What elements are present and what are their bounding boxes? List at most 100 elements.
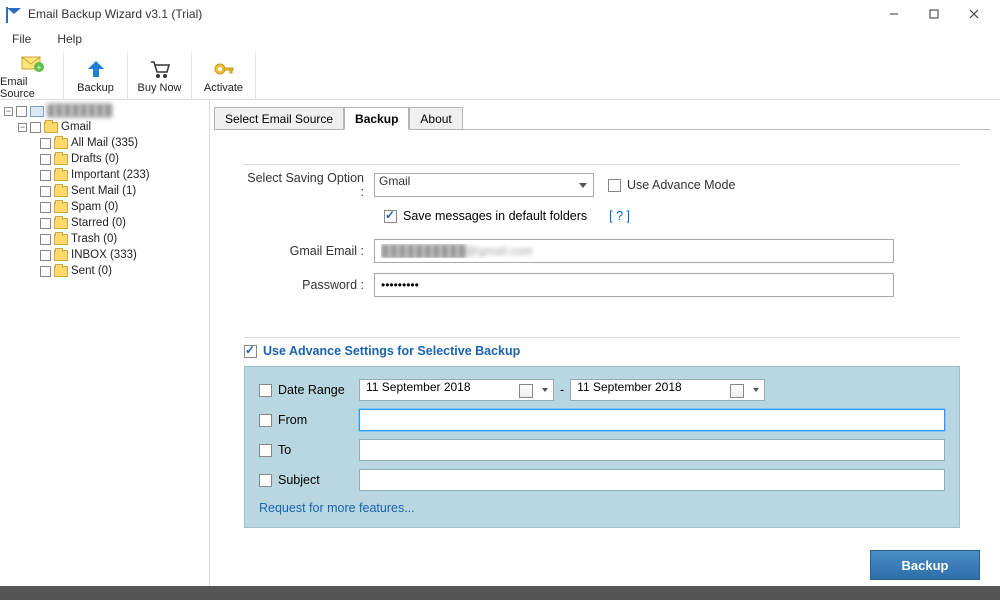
advance-settings-checkbox[interactable] [244, 345, 257, 358]
advance-mode-label: Use Advance Mode [627, 178, 735, 192]
request-features-link[interactable]: Request for more features... [259, 501, 415, 515]
to-checkbox[interactable] [259, 444, 272, 457]
tool-backup-label: Backup [77, 82, 114, 94]
toolbar: + Email Source Backup Buy Now Activate [0, 50, 1000, 100]
folder-icon [44, 122, 58, 133]
key-icon [212, 58, 236, 80]
folder-icon [54, 202, 68, 213]
subject-label: Subject [278, 473, 320, 487]
tree-checkbox[interactable] [40, 266, 51, 277]
folder-icon [54, 218, 68, 229]
close-button[interactable] [954, 2, 994, 26]
tree-folder[interactable]: All Mail (335) [0, 135, 209, 151]
subject-input[interactable] [359, 469, 945, 491]
saving-option-select[interactable]: Gmail [374, 173, 594, 197]
date-range-checkbox[interactable] [259, 384, 272, 397]
email-source-icon: + [20, 52, 44, 74]
tree-checkbox[interactable] [40, 154, 51, 165]
subject-checkbox[interactable] [259, 474, 272, 487]
tree-folder[interactable]: INBOX (333) [0, 247, 209, 263]
tool-buy-now-label: Buy Now [137, 82, 181, 94]
expander-icon[interactable]: − [18, 123, 27, 132]
save-default-label: Save messages in default folders [403, 209, 587, 223]
tool-buy-now[interactable]: Buy Now [128, 52, 192, 100]
advance-mode-checkbox[interactable] [608, 179, 621, 192]
tool-email-source-label: Email Source [0, 76, 63, 100]
from-input[interactable] [359, 409, 945, 431]
from-label: From [278, 413, 307, 427]
tree-folder-label: All Mail (335) [71, 137, 138, 149]
tab-bar: Select Email Source Backup About [214, 106, 990, 130]
tool-activate[interactable]: Activate [192, 52, 256, 100]
tree-folder-label: Trash (0) [71, 233, 117, 245]
folder-icon [54, 234, 68, 245]
folder-icon [54, 250, 68, 261]
to-input[interactable] [359, 439, 945, 461]
from-checkbox[interactable] [259, 414, 272, 427]
advance-panel: Date Range 11 September 2018 - 11 Septem… [244, 366, 960, 528]
saving-option-value: Gmail [379, 174, 410, 188]
tab-backup[interactable]: Backup [344, 107, 409, 130]
tree-folder-label: Starred (0) [71, 217, 126, 229]
help-link[interactable]: [ ? ] [609, 209, 630, 223]
tab-about[interactable]: About [409, 107, 462, 130]
tree-gmail[interactable]: − Gmail [0, 119, 209, 135]
tree-checkbox[interactable] [40, 138, 51, 149]
folder-tree: − ████████ − Gmail All Mail (335) Drafts … [0, 100, 210, 586]
tree-folder[interactable]: Starred (0) [0, 215, 209, 231]
app-title: Email Backup Wizard v3.1 (Trial) [28, 7, 202, 21]
backup-icon [84, 58, 108, 80]
tree-folder[interactable]: Sent (0) [0, 263, 209, 279]
tree-root-label: ████████ [47, 105, 112, 117]
email-input[interactable] [374, 239, 894, 263]
tree-root[interactable]: − ████████ [0, 103, 209, 119]
tree-gmail-label: Gmail [61, 121, 91, 133]
tree-checkbox[interactable] [40, 234, 51, 245]
tree-checkbox[interactable] [16, 106, 27, 117]
tree-checkbox[interactable] [30, 122, 41, 133]
folder-icon [54, 170, 68, 181]
tree-checkbox[interactable] [40, 186, 51, 197]
advance-settings-label: Use Advance Settings for Selective Backu… [263, 344, 520, 358]
email-label: Gmail Email : [244, 244, 374, 258]
expander-icon[interactable]: − [4, 107, 13, 116]
tree-folder[interactable]: Sent Mail (1) [0, 183, 209, 199]
tree-folder-label: Spam (0) [71, 201, 118, 213]
titlebar: Email Backup Wizard v3.1 (Trial) [0, 0, 1000, 28]
tool-email-source[interactable]: + Email Source [0, 52, 64, 100]
date-to-input[interactable]: 11 September 2018 [570, 379, 765, 401]
tree-folder-label: Important (233) [71, 169, 150, 181]
tree-folder[interactable]: Important (233) [0, 167, 209, 183]
tree-checkbox[interactable] [40, 218, 51, 229]
folder-icon [54, 186, 68, 197]
backup-button[interactable]: Backup [870, 550, 980, 580]
tree-checkbox[interactable] [40, 170, 51, 181]
tree-folder[interactable]: Trash (0) [0, 231, 209, 247]
tree-checkbox[interactable] [40, 250, 51, 261]
tab-select-source[interactable]: Select Email Source [214, 107, 344, 130]
tree-folder-label: Drafts (0) [71, 153, 119, 165]
to-label: To [278, 443, 291, 457]
tree-folder[interactable]: Drafts (0) [0, 151, 209, 167]
svg-text:+: + [36, 63, 41, 72]
tool-backup[interactable]: Backup [64, 52, 128, 100]
chevron-down-icon [753, 388, 759, 392]
tree-folder-label: Sent (0) [71, 265, 112, 277]
menu-file[interactable]: File [6, 30, 37, 48]
minimize-button[interactable] [874, 2, 914, 26]
app-icon [6, 6, 22, 22]
cart-icon [148, 58, 172, 80]
maximize-button[interactable] [914, 2, 954, 26]
tree-folder[interactable]: Spam (0) [0, 199, 209, 215]
date-from-input[interactable]: 11 September 2018 [359, 379, 554, 401]
main-panel: Select Email Source Backup About Select … [210, 100, 1000, 586]
date-dash: - [560, 383, 564, 397]
menu-help[interactable]: Help [51, 30, 88, 48]
password-label: Password : [244, 278, 374, 292]
password-input[interactable] [374, 273, 894, 297]
save-default-checkbox[interactable] [384, 210, 397, 223]
folder-icon [54, 154, 68, 165]
tree-folder-label: Sent Mail (1) [71, 185, 136, 197]
tree-checkbox[interactable] [40, 202, 51, 213]
statusbar [0, 586, 1000, 600]
